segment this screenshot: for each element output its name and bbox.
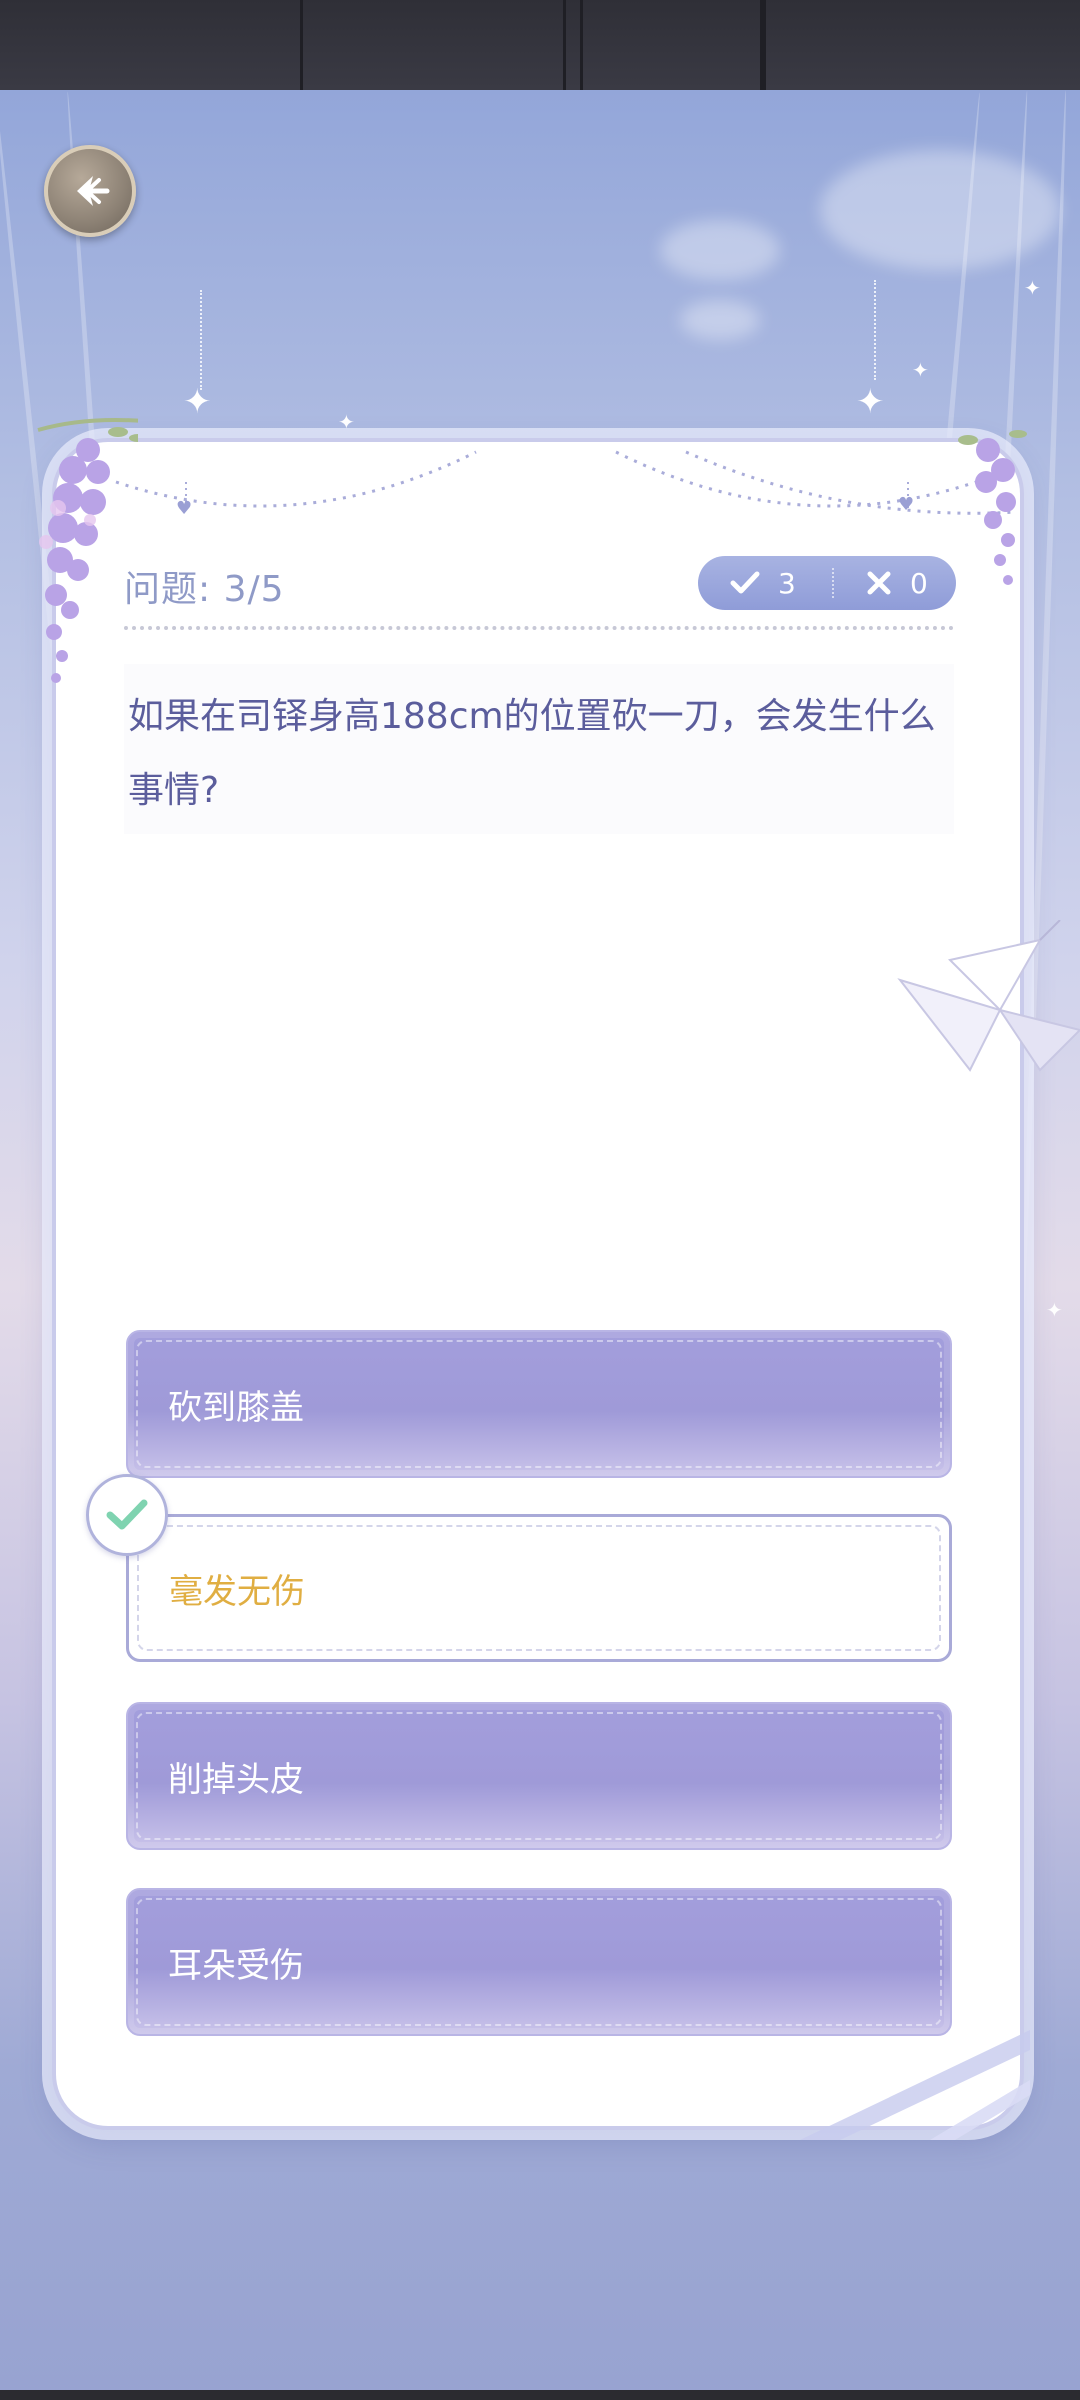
question-progress: 问题: 3/5: [124, 569, 285, 610]
sparkle-icon: ✦: [1046, 1298, 1063, 1322]
sparkle-icon: ✦: [1024, 276, 1041, 300]
answer-option-correct[interactable]: 毫发无伤: [126, 1514, 952, 1662]
answer-option[interactable]: 削掉头皮: [126, 1702, 952, 1850]
back-arrow-icon: [77, 176, 110, 206]
sparkle-icon: ✦: [856, 382, 885, 422]
wisteria-decoration: [37, 418, 138, 683]
answer-option-label: 砍到膝盖: [168, 1387, 304, 1428]
sparkle-icon: ✦: [912, 358, 929, 382]
building-silhouette: [580, 0, 766, 90]
svg-text:♥: ♥: [898, 494, 914, 515]
correct-count-value: 3: [778, 566, 796, 600]
garland-decoration: ♥ ♥: [115, 450, 1017, 519]
question-text: 如果在司铎身高188cm的位置砍一刀，会发生什么事情?: [128, 696, 936, 811]
check-icon: [106, 1499, 148, 1530]
answer-option-label: 毫发无伤: [169, 1571, 305, 1612]
selected-check-badge: [86, 1474, 168, 1556]
wisteria-decoration: [958, 430, 1027, 585]
bottom-bar: [0, 2390, 1080, 2400]
hanging-chain: [874, 280, 878, 380]
back-button[interactable]: [44, 145, 136, 237]
hanging-chain: [200, 290, 204, 390]
answer-option-label: 削掉头皮: [168, 1759, 304, 1800]
paper-crane-decoration: [897, 920, 1080, 1072]
top-banner: [0, 0, 1080, 90]
building-silhouette: [760, 0, 1080, 90]
answer-option[interactable]: 砍到膝盖: [126, 1330, 952, 1478]
ribbon-decoration: [800, 2030, 1030, 2140]
wrong-count-value: 0: [909, 566, 928, 600]
answer-option-label: 耳朵受伤: [168, 1945, 304, 1986]
svg-text:♥: ♥: [176, 498, 192, 519]
sparkle-icon: ✦: [338, 410, 355, 434]
check-icon: [730, 571, 760, 594]
sparkle-icon: ✦: [183, 382, 212, 422]
divider: [124, 626, 954, 630]
cross-icon: [867, 571, 891, 595]
score-divider: [832, 568, 836, 598]
wrong-count: 0: [854, 567, 956, 600]
score-pill: 3 0: [698, 556, 956, 610]
building-silhouette: [300, 0, 566, 90]
correct-count: 3: [698, 567, 820, 600]
